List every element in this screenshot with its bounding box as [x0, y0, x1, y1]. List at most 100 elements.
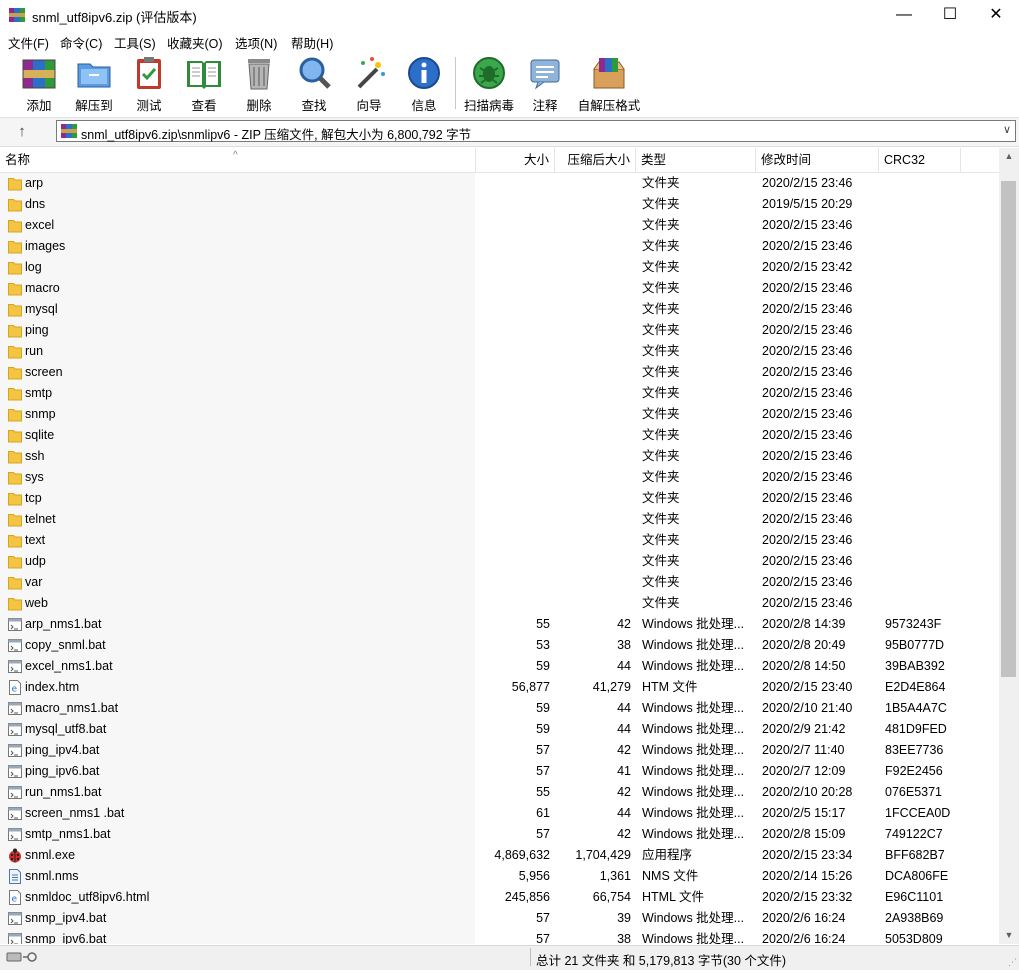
file-row[interactable]: smtp 文件夹 2020/2/15 23:46: [0, 383, 999, 404]
batch-file-icon: [8, 702, 22, 715]
file-row[interactable]: run_nms1.bat 55 42 Windows 批处理... 2020/2/10 …: [0, 782, 999, 803]
scroll-up-icon[interactable]: ▲: [999, 148, 1019, 165]
column-crc[interactable]: CRC32: [879, 148, 961, 172]
svg-text:e: e: [12, 895, 18, 905]
file-row[interactable]: telnet 文件夹 2020/2/15 23:46: [0, 509, 999, 530]
menu-favorites[interactable]: 收藏夹(O): [167, 33, 223, 52]
file-modified: 2020/2/15 23:46: [762, 239, 853, 253]
folder-icon: [8, 367, 22, 380]
file-size: 53: [536, 638, 550, 652]
file-row[interactable]: arp 文件夹 2020/2/15 23:46: [0, 173, 999, 194]
file-row[interactable]: copy_snml.bat 53 38 Windows 批处理... 2020/2/8 …: [0, 635, 999, 656]
find-button[interactable]: 查找: [286, 54, 342, 114]
file-row[interactable]: sys 文件夹 2020/2/15 23:46: [0, 467, 999, 488]
maximize-button[interactable]: ☐: [927, 0, 973, 30]
file-modified: 2020/2/15 23:46: [762, 386, 853, 400]
file-crc: 749122C7: [885, 827, 943, 841]
up-arrow-icon[interactable]: ↑: [12, 122, 32, 142]
minimize-button[interactable]: —: [881, 0, 927, 30]
file-row[interactable]: snmp_ipv4.bat 57 39 Windows 批处理... 2020/2/6 …: [0, 908, 999, 929]
file-row[interactable]: excel 文件夹 2020/2/15 23:46: [0, 215, 999, 236]
file-row[interactable]: text 文件夹 2020/2/15 23:46: [0, 530, 999, 551]
file-modified: 2020/2/15 23:46: [762, 281, 853, 295]
file-row[interactable]: mysql 文件夹 2020/2/15 23:46: [0, 299, 999, 320]
test-button[interactable]: 测试: [121, 54, 177, 114]
file-row[interactable]: web 文件夹 2020/2/15 23:46: [0, 593, 999, 614]
column-size[interactable]: 大小: [476, 148, 555, 172]
file-row[interactable]: e snmldoc_utf8ipv6.html 245,856 66,754 HTML …: [0, 887, 999, 908]
file-row[interactable]: sqlite 文件夹 2020/2/15 23:46: [0, 425, 999, 446]
file-row[interactable]: images 文件夹 2020/2/15 23:46: [0, 236, 999, 257]
close-button[interactable]: ✕: [973, 0, 1019, 30]
file-row[interactable]: macro_nms1.bat 59 44 Windows 批处理... 2020/2/1…: [0, 698, 999, 719]
file-row[interactable]: excel_nms1.bat 59 44 Windows 批处理... 2020/2/8…: [0, 656, 999, 677]
menu-options[interactable]: 选项(N): [235, 33, 277, 52]
file-row[interactable]: var 文件夹 2020/2/15 23:46: [0, 572, 999, 593]
file-row[interactable]: udp 文件夹 2020/2/15 23:46: [0, 551, 999, 572]
file-row[interactable]: screen 文件夹 2020/2/15 23:46: [0, 362, 999, 383]
menu-file[interactable]: 文件(F): [8, 33, 49, 52]
file-type: Windows 批处理...: [642, 659, 745, 673]
menu-commands[interactable]: 命令(C): [60, 33, 102, 52]
sfx-button[interactable]: 自解压格式: [578, 54, 640, 114]
file-row[interactable]: log 文件夹 2020/2/15 23:42: [0, 257, 999, 278]
file-row[interactable]: smtp_nms1.bat 57 42 Windows 批处理... 2020/2/8 …: [0, 824, 999, 845]
file-packed-size: [552, 362, 631, 383]
file-row[interactable]: arp_nms1.bat 55 42 Windows 批处理... 2020/2/8 1…: [0, 614, 999, 635]
add-button[interactable]: 添加: [11, 54, 67, 114]
column-type[interactable]: 类型: [636, 148, 756, 172]
file-type: Windows 批处理...: [642, 764, 745, 778]
file-row[interactable]: run 文件夹 2020/2/15 23:46: [0, 341, 999, 362]
scroll-thumb[interactable]: [1001, 181, 1016, 677]
file-name-cell: sys: [0, 467, 475, 488]
file-type: 文件夹: [642, 533, 680, 547]
vertical-scrollbar[interactable]: ▲ ▼: [999, 148, 1019, 944]
file-type: Windows 批处理...: [642, 827, 745, 841]
extract-to-button[interactable]: 解压到: [66, 54, 122, 114]
file-size: 55: [536, 785, 550, 799]
file-name: udp: [25, 554, 46, 568]
file-row[interactable]: dns 文件夹 2019/5/15 20:29: [0, 194, 999, 215]
menu-help[interactable]: 帮助(H): [291, 33, 333, 52]
column-packed[interactable]: 压缩后大小: [555, 148, 636, 172]
file-row[interactable]: macro 文件夹 2020/2/15 23:46: [0, 278, 999, 299]
file-packed-size: [552, 194, 631, 215]
file-type: 文件夹: [642, 470, 680, 484]
chevron-down-icon[interactable]: ∨: [1003, 123, 1011, 136]
menu-tools[interactable]: 工具(S): [114, 33, 156, 52]
file-row[interactable]: screen_nms1 .bat 61 44 Windows 批处理... 2020/2…: [0, 803, 999, 824]
file-size: 4,869,632: [494, 848, 550, 862]
file-row[interactable]: snml.nms 5,956 1,361 NMS 文件 2020/2/14 15:26 D…: [0, 866, 999, 887]
column-modified[interactable]: 修改时间: [756, 148, 879, 172]
file-name-cell: smtp_nms1.bat: [0, 824, 475, 845]
wizard-button[interactable]: 向导: [341, 54, 397, 114]
view-button[interactable]: 查看: [176, 54, 232, 114]
resize-grip-icon[interactable]: ⋰: [1008, 957, 1017, 968]
file-row[interactable]: e index.htm 56,877 41,279 HTM 文件 2020/2/15 23…: [0, 677, 999, 698]
file-crc: [885, 341, 960, 362]
zip-archive-icon: [61, 124, 77, 138]
file-row[interactable]: snmp 文件夹 2020/2/15 23:46: [0, 404, 999, 425]
virus-scan-icon: [473, 57, 505, 89]
file-modified: 2020/2/15 23:32: [762, 890, 853, 904]
scan-virus-button[interactable]: 扫描病毒: [461, 54, 517, 114]
file-row[interactable]: mysql_utf8.bat 59 44 Windows 批处理... 2020/2/9…: [0, 719, 999, 740]
file-row[interactable]: ping_ipv6.bat 57 41 Windows 批处理... 2020/2/7 …: [0, 761, 999, 782]
file-row[interactable]: snmp_ipv6.bat 57 38 Windows 批处理... 2020/2/6 …: [0, 929, 999, 944]
file-row[interactable]: tcp 文件夹 2020/2/15 23:46: [0, 488, 999, 509]
file-row[interactable]: ssh 文件夹 2020/2/15 23:46: [0, 446, 999, 467]
file-crc: [885, 257, 960, 278]
file-type: 应用程序: [642, 848, 693, 862]
scroll-down-icon[interactable]: ▼: [999, 927, 1019, 944]
column-name[interactable]: 名称 ^: [0, 148, 476, 172]
file-row[interactable]: ping 文件夹 2020/2/15 23:46: [0, 320, 999, 341]
info-button[interactable]: 信息: [396, 54, 452, 114]
file-row[interactable]: snml.exe 4,869,632 1,704,429 应用程序 2020/2/15 …: [0, 845, 999, 866]
comment-button[interactable]: 注释: [517, 54, 573, 114]
file-name: ping: [25, 323, 49, 337]
file-row[interactable]: ping_ipv4.bat 57 42 Windows 批处理... 2020/2/7 …: [0, 740, 999, 761]
path-combobox[interactable]: snml_utf8ipv6.zip\snmlipv6 - ZIP 压缩文件, 解…: [56, 120, 1016, 142]
file-modified: 2020/2/15 23:34: [762, 848, 853, 862]
file-name-cell: arp: [0, 173, 475, 194]
delete-button[interactable]: 删除: [231, 54, 287, 114]
